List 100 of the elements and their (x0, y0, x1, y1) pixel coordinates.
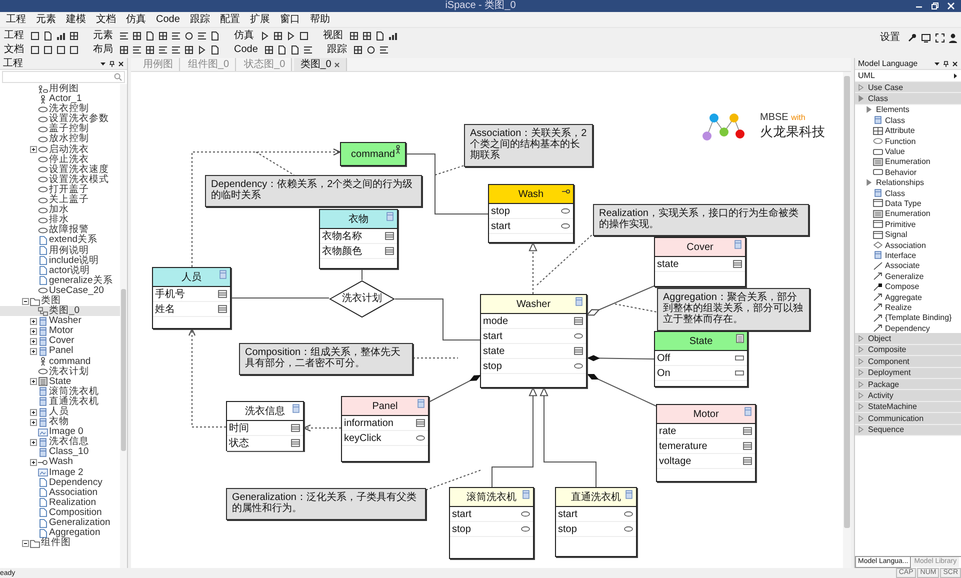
tree-item[interactable]: 启动洗衣 (0, 144, 120, 155)
class-box[interactable]: State Off On (654, 331, 748, 387)
play-icon[interactable] (260, 31, 270, 41)
lines-icon[interactable] (132, 45, 142, 55)
association-class-diamond[interactable] (329, 280, 395, 318)
tree-item[interactable]: Class_10 (0, 447, 120, 458)
tree-item[interactable]: Washer (0, 316, 120, 326)
tree-item[interactable]: Realization (0, 498, 120, 508)
class-box[interactable]: Panel information keyClick (341, 396, 429, 462)
tree-item[interactable]: extend关系 (0, 235, 120, 246)
palette-section[interactable]: Use Case (855, 82, 961, 94)
palette-group[interactable]: Relationships (855, 178, 961, 188)
tree-item[interactable]: Actor_1 (0, 94, 120, 104)
tree-item[interactable]: 组件图 (0, 538, 120, 548)
tree-item[interactable]: Image 2 (0, 468, 120, 478)
tree-item[interactable]: Generalization (0, 518, 120, 528)
tree-item[interactable]: command (0, 356, 120, 367)
palette-item[interactable]: Dependency (855, 322, 961, 334)
tree-item[interactable]: Wash (0, 457, 120, 468)
collapse-icon[interactable] (22, 540, 29, 547)
palette-section[interactable]: Sequence (855, 424, 961, 436)
class-box[interactable]: command (340, 142, 406, 166)
palette-item[interactable]: Behavior (855, 167, 961, 178)
dropdown-icon[interactable] (934, 60, 940, 66)
expander-icon[interactable] (858, 95, 864, 102)
tree-item[interactable]: 类图_0 (0, 306, 120, 316)
menu-item[interactable]: 窗口 (278, 14, 302, 26)
tree-item[interactable]: 设置洗衣参数 (0, 114, 120, 124)
grid-icon[interactable] (273, 31, 283, 41)
grid-icon[interactable] (264, 45, 274, 55)
menu-item[interactable]: 建模 (64, 14, 88, 26)
lines-icon[interactable] (378, 45, 389, 55)
tree-item[interactable]: 用例说明 (0, 246, 120, 256)
user-icon[interactable] (949, 32, 957, 42)
tree-item[interactable]: generalize关系 (0, 276, 120, 286)
palette-item[interactable]: Interface (855, 250, 961, 261)
search-field[interactable] (2, 71, 125, 83)
tree-item[interactable]: Association (0, 488, 120, 498)
tree-item[interactable]: 关上盖子 (0, 195, 120, 206)
palette-item[interactable]: Class (855, 188, 961, 198)
palette-item[interactable]: Association (855, 240, 961, 250)
lines-icon[interactable] (158, 45, 168, 55)
tree-item[interactable]: 设置洗衣速度 (0, 164, 120, 175)
tree-item[interactable]: 滚筒洗衣机 (0, 386, 120, 397)
menu-item[interactable]: 文档 (94, 14, 118, 26)
tree-item[interactable]: Motor (0, 326, 120, 336)
search-icon[interactable] (114, 73, 122, 81)
menu-item[interactable]: 工程 (4, 14, 28, 26)
doc-icon[interactable] (43, 31, 53, 41)
palette-section[interactable]: Class (855, 93, 961, 105)
class-box[interactable]: 洗衣信息 时间 状态 (226, 401, 304, 451)
dropdown-icon[interactable] (100, 60, 106, 66)
tree-item[interactable]: Panel (0, 346, 120, 357)
palette-section[interactable]: Composite (855, 344, 961, 356)
fullscreen-icon[interactable] (935, 32, 945, 42)
tree-item[interactable]: Aggregation (0, 528, 120, 538)
palette-item[interactable]: Aggregate (855, 292, 961, 302)
doc-icon[interactable] (145, 31, 155, 41)
tree-item[interactable]: 盖子控制 (0, 124, 120, 134)
palette-section[interactable]: Activity (855, 390, 961, 402)
close-icon[interactable] (952, 60, 958, 66)
class-box[interactable]: Washer mode start state stop (480, 294, 587, 388)
grid-icon[interactable] (362, 31, 372, 41)
collapse-icon[interactable] (22, 298, 29, 305)
palette-item[interactable]: Signal (855, 229, 961, 240)
palette-section[interactable]: Object (855, 333, 961, 345)
grid-icon[interactable] (132, 31, 142, 41)
palette-item[interactable]: Associate (855, 260, 961, 272)
play-icon[interactable] (197, 45, 207, 55)
settings-label[interactable]: 设置 (880, 32, 900, 44)
tree-item[interactable]: 人员 (0, 407, 120, 418)
palette-section[interactable]: Component (855, 356, 961, 368)
square-icon[interactable] (30, 31, 40, 41)
menu-item[interactable]: 元素 (34, 14, 58, 26)
tree-item[interactable]: 直通洗衣机 (0, 396, 120, 407)
palette-section[interactable]: Communication (855, 413, 961, 424)
doc-icon[interactable] (276, 45, 287, 55)
play-icon[interactable] (286, 31, 296, 41)
tree-item[interactable]: State (0, 376, 120, 387)
palette-item[interactable]: Function (855, 136, 961, 146)
menu-item[interactable]: 仿真 (124, 14, 148, 26)
caret-icon[interactable] (953, 72, 958, 78)
bars-icon[interactable] (56, 31, 66, 41)
class-box[interactable]: 直通洗衣机 start stop (555, 487, 637, 557)
expander-icon[interactable] (866, 179, 872, 186)
circle-icon[interactable] (366, 45, 376, 55)
expand-icon[interactable] (30, 338, 37, 345)
expand-icon[interactable] (30, 328, 37, 335)
tree-item[interactable]: 故障报警 (0, 225, 120, 236)
palette-item[interactable]: Primitive (855, 219, 961, 230)
grid-icon[interactable] (119, 45, 129, 55)
class-box[interactable]: 人员 手机号 姓名 (152, 267, 231, 329)
menu-item[interactable]: 扩展 (248, 14, 272, 26)
expand-icon[interactable] (30, 408, 37, 416)
editor-tab[interactable]: 类图_0 (294, 58, 348, 71)
scrollbar[interactable] (120, 84, 127, 568)
tree-item[interactable]: 洗衣控制 (0, 104, 120, 114)
tree-item[interactable]: Image 0 (0, 427, 120, 438)
class-box[interactable]: 衣物 衣物名称 衣物颜色 (319, 209, 398, 269)
pin-icon[interactable] (109, 60, 115, 66)
